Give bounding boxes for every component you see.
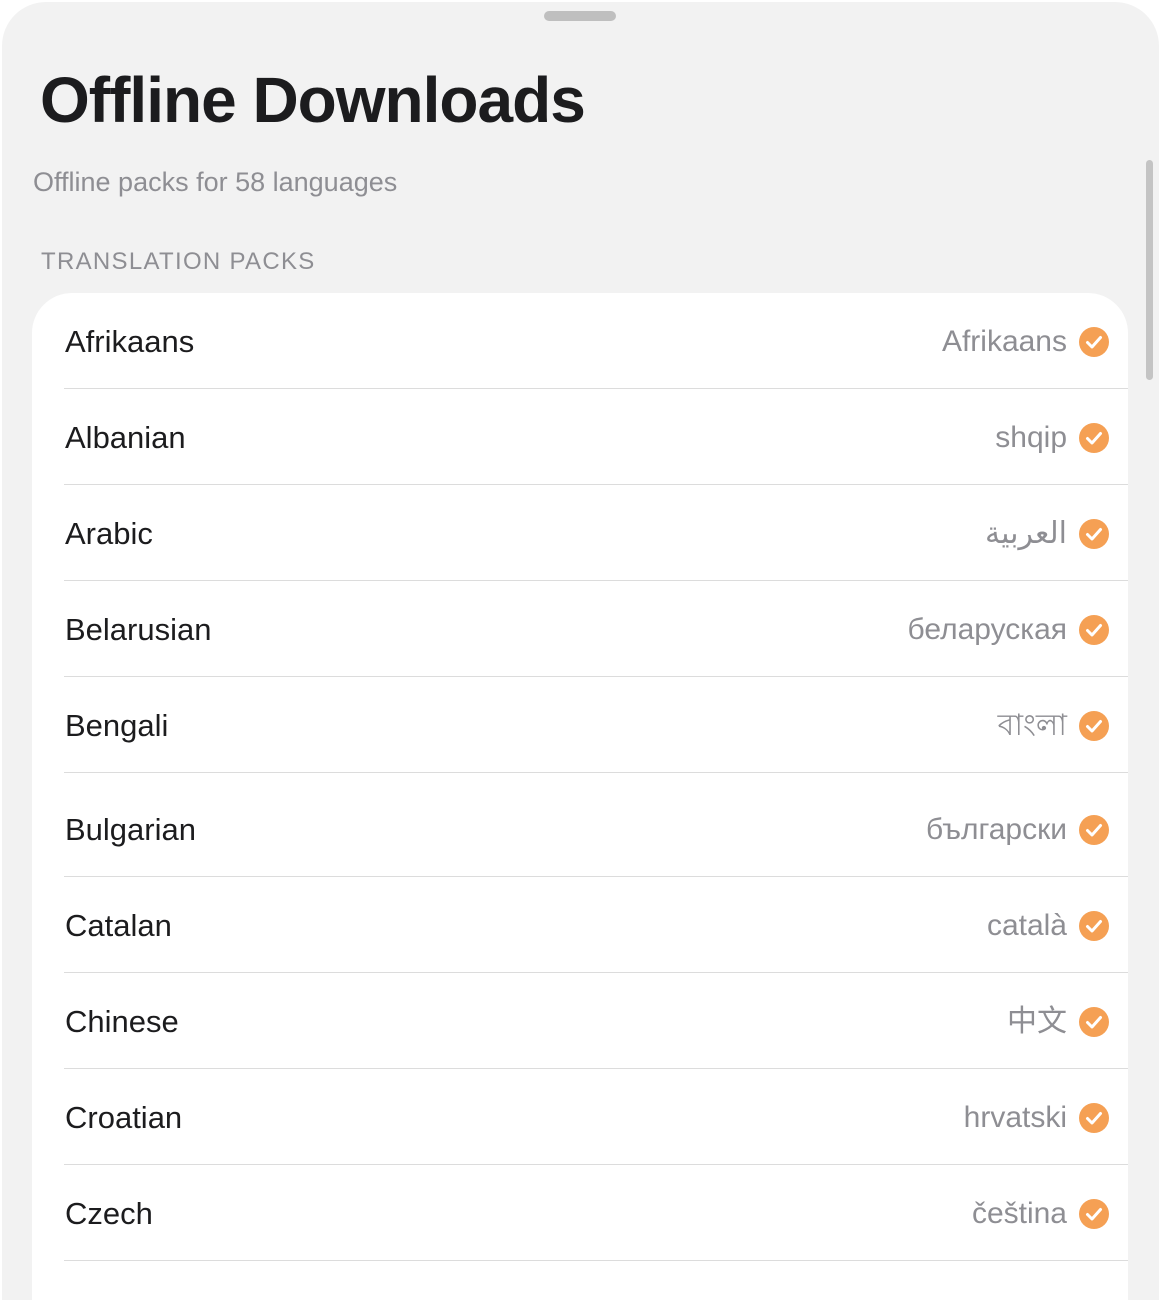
language-name: Catalan	[65, 908, 172, 943]
language-native-name: беларуская	[907, 613, 1067, 646]
language-name: Belarusian	[65, 612, 212, 647]
language-name: Czech	[65, 1196, 153, 1231]
sheet-grabber-handle[interactable]	[544, 11, 616, 21]
checkmark-circle-icon	[1079, 911, 1109, 941]
checkmark-circle-icon	[1079, 711, 1109, 741]
language-native-name: shqip	[995, 421, 1067, 454]
offline-downloads-sheet: Offline Downloads Offline packs for 58 l…	[2, 2, 1159, 1300]
language-row-catalan[interactable]: Catalan català	[32, 877, 1128, 973]
language-native-name: 中文	[1007, 1005, 1067, 1038]
language-row-bulgarian[interactable]: Bulgarian български	[32, 781, 1128, 877]
language-name: Chinese	[65, 1004, 179, 1039]
checkmark-circle-icon	[1079, 519, 1109, 549]
vertical-scrollbar[interactable]	[1146, 160, 1153, 380]
language-native-name: Afrikaans	[941, 325, 1067, 358]
checkmark-circle-icon	[1079, 327, 1109, 357]
language-row-belarusian[interactable]: Belarusian беларуская	[32, 581, 1128, 677]
language-row-czech[interactable]: Czech čeština	[32, 1165, 1128, 1261]
page-title: Offline Downloads	[40, 64, 586, 136]
checkmark-circle-icon	[1079, 423, 1109, 453]
language-row-arabic[interactable]: Arabic العربية	[32, 485, 1128, 581]
checkmark-circle-icon	[1079, 1103, 1109, 1133]
language-native-name: čeština	[971, 1197, 1067, 1230]
language-row-albanian[interactable]: Albanian shqip	[32, 389, 1128, 485]
language-native-name: català	[986, 909, 1067, 942]
language-row-chinese[interactable]: Chinese 中文	[32, 973, 1128, 1069]
checkmark-circle-icon	[1079, 1007, 1109, 1037]
language-name: Bulgarian	[65, 812, 196, 847]
language-list: Afrikaans Afrikaans Albanian shqip Arabic الع…	[32, 293, 1128, 1300]
language-native-name: български	[926, 813, 1067, 846]
checkmark-circle-icon	[1079, 615, 1109, 645]
row-divider	[64, 772, 1128, 773]
language-name: Bengali	[65, 708, 169, 743]
language-name: Arabic	[65, 516, 153, 551]
language-name: Albanian	[65, 420, 186, 455]
language-row-croatian[interactable]: Croatian hrvatski	[32, 1069, 1128, 1165]
section-header-translation-packs: TRANSLATION PACKS	[41, 248, 316, 275]
row-divider	[64, 1260, 1128, 1261]
language-native-name: hrvatski	[963, 1101, 1067, 1134]
page-subtitle: Offline packs for 58 languages	[33, 167, 398, 197]
language-row-afrikaans[interactable]: Afrikaans Afrikaans	[32, 293, 1128, 389]
checkmark-circle-icon	[1079, 1199, 1109, 1229]
language-native-name: বাংলা	[997, 709, 1067, 742]
language-row-bengali[interactable]: Bengali বাংলা	[32, 677, 1128, 773]
language-name: Croatian	[65, 1100, 183, 1135]
language-native-name: العربية	[985, 517, 1067, 550]
checkmark-circle-icon	[1079, 815, 1109, 845]
language-name: Afrikaans	[65, 324, 195, 359]
